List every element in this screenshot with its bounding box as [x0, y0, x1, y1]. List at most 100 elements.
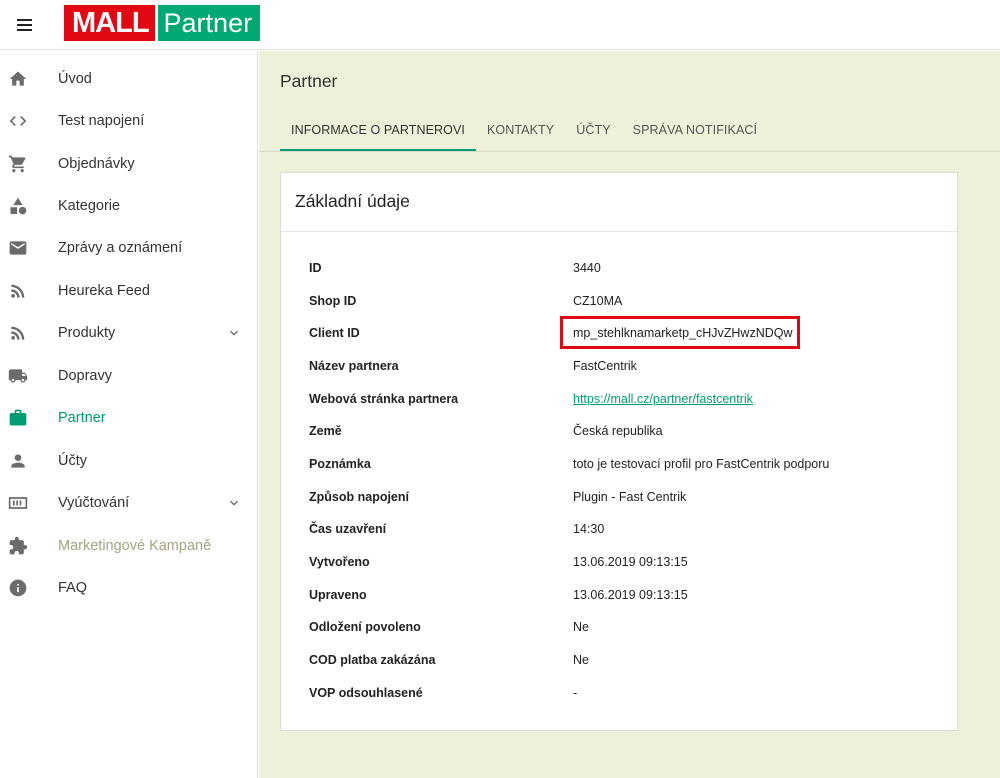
sidebar-item-produkty[interactable]: Produkty	[0, 312, 258, 354]
row-value: 14:30	[573, 522, 605, 536]
chevron-down-icon[interactable]	[226, 325, 242, 341]
row-value: mp_stehlknamarketp_cHJvZHwzNDQw	[573, 326, 793, 340]
sidebar-item-label: Partner	[58, 410, 106, 426]
info-row-client-id: Client ID mp_stehlknamarketp_cHJvZHwzNDQ…	[281, 323, 957, 345]
info-row-vop: VOP odsouhlasené -	[281, 683, 957, 705]
rss-icon	[11, 326, 25, 340]
sidebar-item-ucty[interactable]: Účty	[0, 440, 258, 482]
sidebar-item-label: Objednávky	[58, 156, 135, 172]
sidebar-item-zpravy[interactable]: Zprávy a oznámení	[0, 227, 258, 269]
info-row-odlozeni-povoleno: Odložení povoleno Ne	[281, 617, 957, 639]
category-icon	[10, 197, 27, 215]
briefcase-icon	[9, 409, 27, 426]
sidebar-item-label: FAQ	[58, 580, 88, 596]
row-label: VOP odsouhlasené	[309, 686, 423, 700]
row-value: Ne	[573, 653, 589, 667]
code-icon	[9, 116, 27, 126]
home-icon	[9, 71, 27, 86]
sidebar-item-heureka-feed[interactable]: Heureka Feed	[0, 270, 258, 312]
sidebar-item-test-napojeni[interactable]: Test napojení	[0, 100, 258, 142]
hamburger-menu-icon[interactable]	[14, 13, 38, 37]
info-icon	[9, 579, 27, 597]
info-row-upraveno: Upraveno 13.06.2019 09:13:15	[281, 585, 957, 607]
row-label: Čas uzavření	[309, 522, 387, 536]
info-row-cod-platba: COD platba zakázána Ne	[281, 650, 957, 672]
sidebar-item-vyuctovani[interactable]: Vyúčtování	[0, 482, 258, 524]
info-row-shop-id: Shop ID CZ10MA	[281, 291, 957, 313]
info-row-zpusob-napojeni: Způsob napojení Plugin - Fast Centrik	[281, 487, 957, 509]
row-label: ID	[309, 261, 322, 275]
money-icon	[8, 497, 28, 509]
page-title: Partner	[280, 71, 338, 91]
tab-kontakty[interactable]: KONTAKTY	[476, 115, 565, 151]
tab-informace-o-partnerovi[interactable]: INFORMACE O PARTNEROVI	[280, 115, 476, 151]
sidebar-item-kategorie[interactable]: Kategorie	[0, 185, 258, 227]
row-value: https://mall.cz/partner/fastcentrik	[573, 392, 753, 406]
row-label: COD platba zakázána	[309, 653, 436, 667]
person-icon	[11, 454, 25, 468]
sidebar-item-label: Dopravy	[58, 368, 112, 384]
logo-mall-text: MALL	[64, 5, 155, 41]
sidebar-item-label: Heureka Feed	[58, 283, 150, 299]
row-label: Webová stránka partnera	[309, 392, 459, 406]
logo-partner-text: Partner	[157, 5, 261, 41]
tab-bar: INFORMACE O PARTNEROVI KONTAKTY ÚČTY SPR…	[280, 115, 768, 151]
row-label: Způsob napojení	[309, 490, 409, 504]
puzzle-icon	[9, 536, 28, 555]
tabs-divider	[259, 151, 1000, 152]
row-value: FastCentrik	[573, 359, 637, 373]
sidebar-item-label: Kategorie	[58, 198, 121, 214]
sidebar: Úvod Test napojení Objednávky Kategorie …	[0, 51, 258, 778]
sidebar-item-label: Produkty	[58, 325, 116, 341]
sidebar-item-uvod[interactable]: Úvod	[0, 58, 258, 100]
sidebar-item-label: Úvod	[58, 71, 92, 87]
row-label: Upraveno	[309, 588, 367, 602]
row-label: Země	[309, 424, 342, 438]
mall-partner-logo[interactable]: MALL Partner	[64, 5, 261, 41]
card-title: Základní údaje	[295, 191, 410, 211]
info-row-webova-stranka: Webová stránka partnera https://mall.cz/…	[281, 389, 957, 411]
partner-website-link[interactable]: https://mall.cz/partner/fastcentrik	[573, 392, 753, 406]
row-label: Client ID	[309, 326, 360, 340]
sidebar-item-label: Test napojení	[58, 113, 145, 129]
main-content: Partner INFORMACE O PARTNEROVI KONTAKTY …	[259, 51, 1000, 778]
rss-icon	[11, 284, 25, 298]
info-row-poznamka: Poznámka toto je testovací profil pro Fa…	[281, 454, 957, 476]
row-value: Česká republika	[573, 424, 663, 438]
sidebar-item-dopravy[interactable]: Dopravy	[0, 355, 258, 397]
sidebar-item-marketingove-kampane[interactable]: Marketingové Kampaně	[0, 525, 258, 567]
sidebar-item-objednavky[interactable]: Objednávky	[0, 143, 258, 185]
row-label: Poznámka	[309, 457, 371, 471]
sidebar-item-partner[interactable]: Partner	[0, 397, 258, 439]
card-divider	[281, 231, 957, 232]
sidebar-item-label: Marketingové Kampaně	[58, 538, 212, 554]
tab-ucty[interactable]: ÚČTY	[565, 115, 621, 151]
row-value: Plugin - Fast Centrik	[573, 490, 687, 504]
info-row-cas-uzavreni: Čas uzavření 14:30	[281, 519, 957, 541]
row-value: Ne	[573, 620, 589, 634]
sidebar-item-label: Vyúčtování	[58, 495, 130, 511]
info-row-vytvoreno: Vytvořeno 13.06.2019 09:13:15	[281, 552, 957, 574]
row-value: -	[573, 686, 578, 700]
truck-icon	[8, 369, 28, 383]
row-label: Shop ID	[309, 294, 357, 308]
row-value: CZ10MA	[573, 294, 623, 308]
sidebar-item-label: Účty	[58, 453, 87, 469]
mail-icon	[9, 241, 27, 255]
info-row-nazev-partnera: Název partnera FastCentrik	[281, 356, 957, 378]
sidebar-item-faq[interactable]: FAQ	[0, 567, 258, 609]
row-label: Vytvořeno	[309, 555, 370, 569]
row-value: 13.06.2019 09:13:15	[573, 588, 688, 602]
row-value: toto je testovací profil pro FastCentrik…	[573, 457, 830, 471]
row-value: 13.06.2019 09:13:15	[573, 555, 688, 569]
info-row-id: ID 3440	[281, 258, 957, 280]
partner-info-card: Základní údaje ID 3440 Shop ID CZ10MA Cl…	[280, 172, 958, 731]
top-bar: MALL Partner	[0, 0, 1000, 50]
tab-sprava-notifikaci[interactable]: SPRÁVA NOTIFIKACÍ	[622, 115, 768, 151]
info-row-zeme: Země Česká republika	[281, 421, 957, 443]
row-value: 3440	[573, 261, 601, 275]
sidebar-item-label: Zprávy a oznámení	[58, 240, 183, 256]
cart-icon	[8, 155, 26, 173]
chevron-down-icon[interactable]	[226, 495, 242, 511]
row-label: Název partnera	[309, 359, 399, 373]
